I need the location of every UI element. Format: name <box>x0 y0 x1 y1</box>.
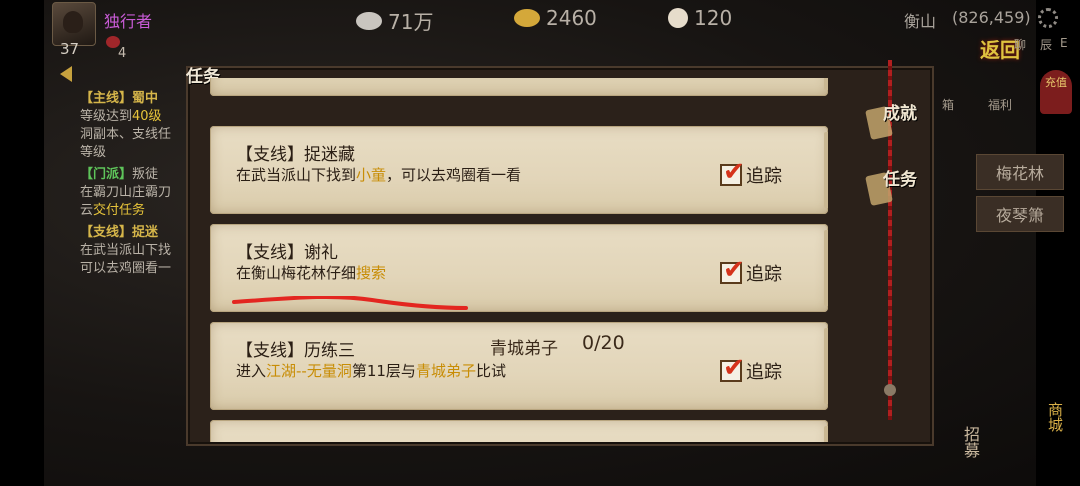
recruit-button[interactable]: 招募 <box>958 426 982 458</box>
tracker-text: 可以去鸡圈看一 <box>80 261 172 276</box>
quest-title: 【支线】历练三 <box>236 341 355 361</box>
desc-text: 比试 <box>475 362 506 380</box>
quest-title: 【支线】捉迷藏 <box>236 145 355 165</box>
collapse-arrow-icon[interactable] <box>60 66 72 82</box>
location-button-yeqinxiao[interactable]: 夜琴箫 <box>976 196 1064 232</box>
track-toggle[interactable]: ✔ 追踪 <box>720 354 782 384</box>
player-name: 独行者 <box>104 12 153 31</box>
quest-description: 在武当派山下找到小童，可以去鸡圈看一看 <box>236 164 521 185</box>
desc-text: 在武当派山下找到 <box>236 166 357 184</box>
quest-list[interactable]: 【支线】捉迷藏 在武当派山下找到小童，可以去鸡圈看一看 ✔ 追踪 【支线】谢礼 … <box>208 78 828 442</box>
box-label: 箱 <box>942 98 955 112</box>
player-level: 37 <box>60 40 80 58</box>
food-amount: 120 <box>694 6 733 30</box>
tracker-text: 云 <box>80 203 94 218</box>
tracker-title: 叛徒 <box>132 167 159 182</box>
menu-label: E <box>1060 36 1068 50</box>
tracker-entry[interactable]: 【支线】捉迷 在武当派山下找 可以去鸡圈看一 <box>80 224 190 278</box>
desc-text: 在衡山梅花林仔细 <box>236 264 357 282</box>
gold-amount: 2460 <box>546 6 597 30</box>
gear-icon[interactable] <box>1038 8 1058 28</box>
tab-label: 任务 <box>883 170 917 190</box>
track-label: 追踪 <box>746 264 782 285</box>
tracker-tag: 【主线】 <box>80 91 133 106</box>
tracker-text: 等级达到 <box>80 109 133 124</box>
rope-knot-icon <box>884 384 896 396</box>
tab-label: 成就 <box>883 104 917 124</box>
food-resource: 120 <box>668 6 732 30</box>
shop-button[interactable]: 商城 <box>1014 392 1066 442</box>
desc-text: 第11层与 <box>351 362 416 380</box>
track-toggle[interactable]: ✔ 追踪 <box>720 158 782 188</box>
bun-icon <box>668 8 688 28</box>
tracker-text: 洞副本、支线任 <box>80 127 172 142</box>
desc-highlight: 小童 <box>356 166 387 184</box>
location-coords: (826,459) <box>952 8 1031 27</box>
quest-title: 【支线】谢礼 <box>236 243 338 263</box>
tracker-title: 蜀中 <box>132 91 159 106</box>
checkmark-icon: ✔ <box>723 353 745 383</box>
tracker-entry[interactable]: 【门派】叛徒 在霸刀山庄霸刀 云交付任务 <box>80 166 190 220</box>
gold-resource: 2460 <box>514 6 597 30</box>
quest-card[interactable]: 【支线】历练三 青城弟子 0/20 进入江湖--无量洞第11层与青城弟子比试 ✔… <box>210 322 828 410</box>
gold-ingot-icon <box>514 9 540 27</box>
welfare-button[interactable]: 福利 <box>988 96 1012 113</box>
tracker-tag: 【支线】 <box>80 225 133 240</box>
desc-text: ，可以去鸡圈看一看 <box>386 166 522 184</box>
tracker-highlight: 40级 <box>132 109 162 124</box>
quest-progress-count: 0/20 <box>582 332 625 354</box>
checkmark-icon: ✔ <box>723 255 745 285</box>
tracker-text: 等级 <box>80 145 107 160</box>
desc-text: 进入 <box>236 362 267 380</box>
tab-achievements[interactable]: 成就 <box>864 104 918 148</box>
quest-card-partial <box>210 420 828 442</box>
quest-card[interactable]: 【支线】捉迷藏 在武当派山下找到小童，可以去鸡圈看一看 ✔ 追踪 <box>210 126 828 214</box>
quest-progress-label: 青城弟子 <box>490 339 558 359</box>
location-name: 衡山 <box>904 12 937 31</box>
silver-ingot-icon <box>356 11 382 30</box>
track-checkbox[interactable]: ✔ <box>720 158 745 186</box>
track-label: 追踪 <box>746 166 782 187</box>
desc-highlight: 青城弟子 <box>415 362 476 380</box>
tracker-highlight: 交付任务 <box>93 203 146 218</box>
silver-resource: 71万 <box>356 6 433 35</box>
tracker-title: 捉迷 <box>132 225 159 240</box>
annotation-underline <box>232 296 468 310</box>
track-checkbox[interactable]: ✔ <box>720 354 745 382</box>
tracker-text: 在武当派山下找 <box>80 243 172 258</box>
player-sub-count: 4 <box>118 46 127 61</box>
menu-label: 聊 <box>1014 38 1027 52</box>
letterbox-left <box>0 0 44 486</box>
recharge-button[interactable]: 充值 <box>1040 70 1072 114</box>
desc-highlight: 搜索 <box>356 264 387 282</box>
tab-tasks[interactable]: 任务 <box>864 170 918 214</box>
quest-description: 进入江湖--无量洞第11层与青城弟子比试 <box>236 360 506 381</box>
track-label: 追踪 <box>746 362 782 383</box>
desc-highlight: 江湖--无量洞 <box>266 362 352 380</box>
track-toggle[interactable]: ✔ 追踪 <box>720 256 782 286</box>
checkmark-icon: ✔ <box>723 157 745 187</box>
quest-tracker: 【主线】蜀中 等级达到40级 洞副本、支线任 等级 【门派】叛徒 在霸刀山庄霸刀… <box>80 90 190 282</box>
track-checkbox[interactable]: ✔ <box>720 256 745 284</box>
quest-description: 在衡山梅花林仔细搜索 <box>236 262 386 283</box>
tracker-entry[interactable]: 【主线】蜀中 等级达到40级 洞副本、支线任 等级 <box>80 90 190 162</box>
silver-amount: 71万 <box>388 10 434 34</box>
menu-label: 辰 <box>1040 38 1053 52</box>
tracker-text: 在霸刀山庄霸刀 <box>80 185 172 200</box>
location-button-meihualin[interactable]: 梅花林 <box>976 154 1064 190</box>
quest-card-partial <box>210 78 828 96</box>
tracker-tag: 【门派】 <box>80 167 133 182</box>
